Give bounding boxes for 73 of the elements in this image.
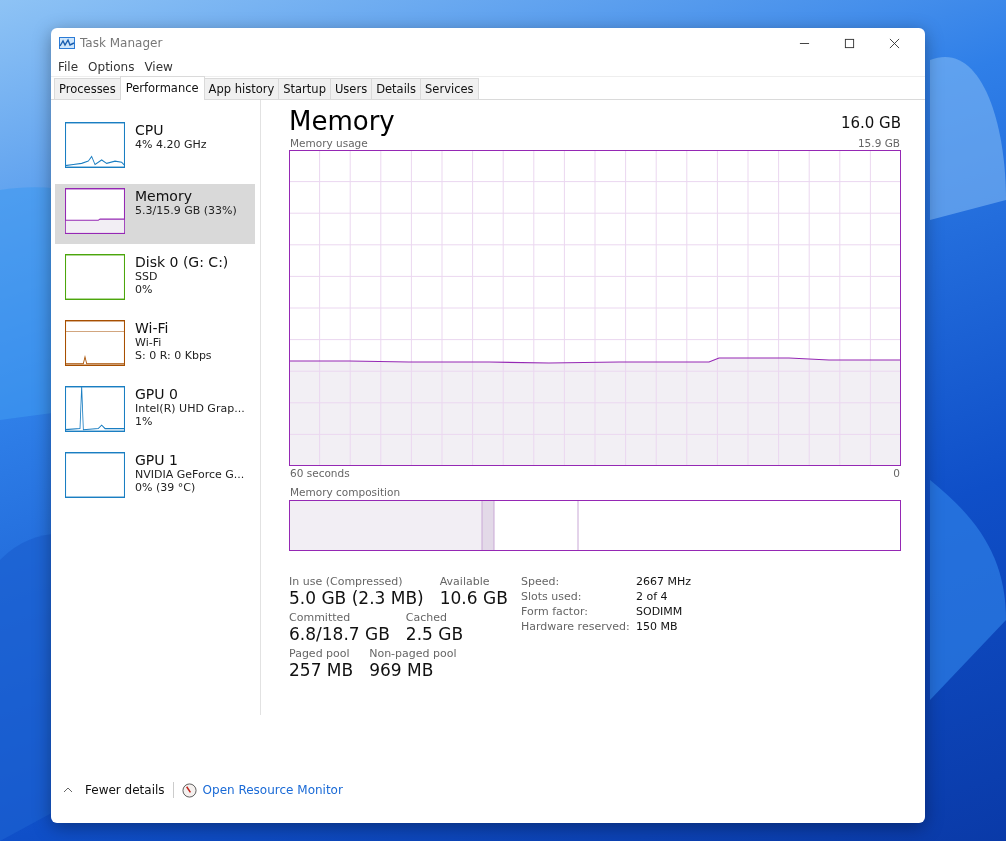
sidebar-item[interactable]: Wi-Fi Wi-Fi S: 0 R: 0 Kbps	[55, 316, 255, 376]
spec-label: Speed:	[521, 575, 561, 588]
stat-value: 257 MB	[289, 660, 354, 680]
stat-label: Paged pool	[289, 647, 351, 660]
spec-value: 150 MB	[636, 620, 679, 633]
gauge-icon	[181, 782, 197, 798]
maximize-icon[interactable]	[844, 37, 855, 49]
tab[interactable]: Users	[329, 78, 373, 99]
sparkline-graph	[65, 452, 125, 498]
tab[interactable]: Services	[420, 78, 479, 99]
sparkline-graph	[65, 386, 125, 432]
stat-label: Cached	[405, 611, 449, 624]
device-name: CPU	[135, 122, 165, 138]
stat-value: 5.0 GB (2.3 MB)	[289, 588, 424, 608]
menu-item[interactable]: View	[144, 60, 173, 74]
section-title: Memory	[289, 106, 395, 136]
device-stat: 0%	[135, 283, 154, 296]
device-stat: Wi-Fi	[135, 336, 163, 349]
tab[interactable]: Performance	[119, 76, 205, 100]
menu-item[interactable]: File	[58, 60, 79, 74]
sidebar-item[interactable]: CPU 4% 4.20 GHz	[55, 118, 255, 178]
sidebar-item[interactable]: Memory 5.3/15.9 GB (33%)	[55, 184, 255, 244]
spec-label: Hardware reserved:	[521, 620, 631, 633]
device-stat: 0% (39 °C)	[135, 481, 197, 494]
device-stat: SSD	[135, 270, 159, 283]
device-stat: S: 0 R: 0 Kbps	[135, 349, 212, 362]
device-name: Disk 0 (G: C:)	[135, 254, 229, 270]
device-stat: NVIDIA GeForce G...	[135, 468, 245, 481]
device-name: Wi-Fi	[135, 320, 170, 336]
sparkline-graph	[65, 122, 125, 168]
spec-value: 2 of 4	[636, 590, 669, 603]
spec-value: 2667 MHz	[636, 575, 692, 588]
stat-value: 2.5 GB	[405, 624, 464, 644]
stat-label: Non-paged pool	[369, 647, 457, 660]
sparkline-graph	[65, 254, 125, 300]
sidebar-item[interactable]: GPU 1 NVIDIA GeForce G... 0% (39 °C)	[55, 448, 255, 508]
device-stat: 1%	[135, 415, 154, 428]
stat-label: Available	[439, 575, 491, 588]
device-name: GPU 0	[135, 386, 179, 402]
tab[interactable]: App history	[203, 78, 280, 99]
stat-value: 6.8/18.7 GB	[289, 624, 390, 644]
stat-label: In use (Compressed)	[289, 575, 404, 588]
stat-label: Committed	[289, 611, 352, 624]
time-axis-label: 0	[893, 467, 900, 479]
sidebar-item[interactable]: GPU 0 Intel(R) UHD Grap... 1%	[55, 382, 255, 442]
spec-value: SODIMM	[636, 605, 684, 618]
chevron-up-icon[interactable]	[63, 787, 73, 793]
device-stat: Intel(R) UHD Grap...	[135, 402, 245, 415]
sparkline-graph	[65, 188, 125, 234]
close-icon[interactable]	[889, 37, 900, 49]
chart-icon	[59, 37, 75, 49]
graph-label: Memory usage	[290, 137, 368, 149]
tab[interactable]: Processes	[54, 78, 121, 99]
fewer-details-button[interactable]: Fewer details	[85, 783, 165, 797]
device-name: GPU 1	[135, 452, 179, 468]
device-name: Memory	[135, 188, 193, 204]
spec-label: Slots used:	[521, 590, 583, 603]
composition-label: Memory composition	[289, 486, 402, 500]
stat-value: 969 MB	[369, 660, 435, 680]
tab[interactable]: Details	[371, 78, 422, 99]
window-title: Task Manager	[80, 36, 163, 50]
total-memory: 16.0 GB	[840, 114, 901, 132]
tab[interactable]: Startup	[278, 78, 331, 99]
sidebar-item[interactable]: Disk 0 (G: C:) SSD 0%	[55, 250, 255, 310]
graph-max-label: 15.9 GB	[857, 137, 900, 149]
stat-value: 10.6 GB	[439, 588, 508, 608]
spec-label: Form factor:	[521, 605, 589, 618]
device-stat: 4% 4.20 GHz	[135, 138, 207, 151]
time-axis-label: 60 seconds	[290, 467, 350, 479]
resource-monitor-link[interactable]: Open Resource Monitor	[202, 783, 343, 797]
menu-item[interactable]: Options	[88, 60, 135, 74]
device-stat: 5.3/15.9 GB (33%)	[135, 204, 237, 217]
sparkline-graph	[65, 320, 125, 366]
